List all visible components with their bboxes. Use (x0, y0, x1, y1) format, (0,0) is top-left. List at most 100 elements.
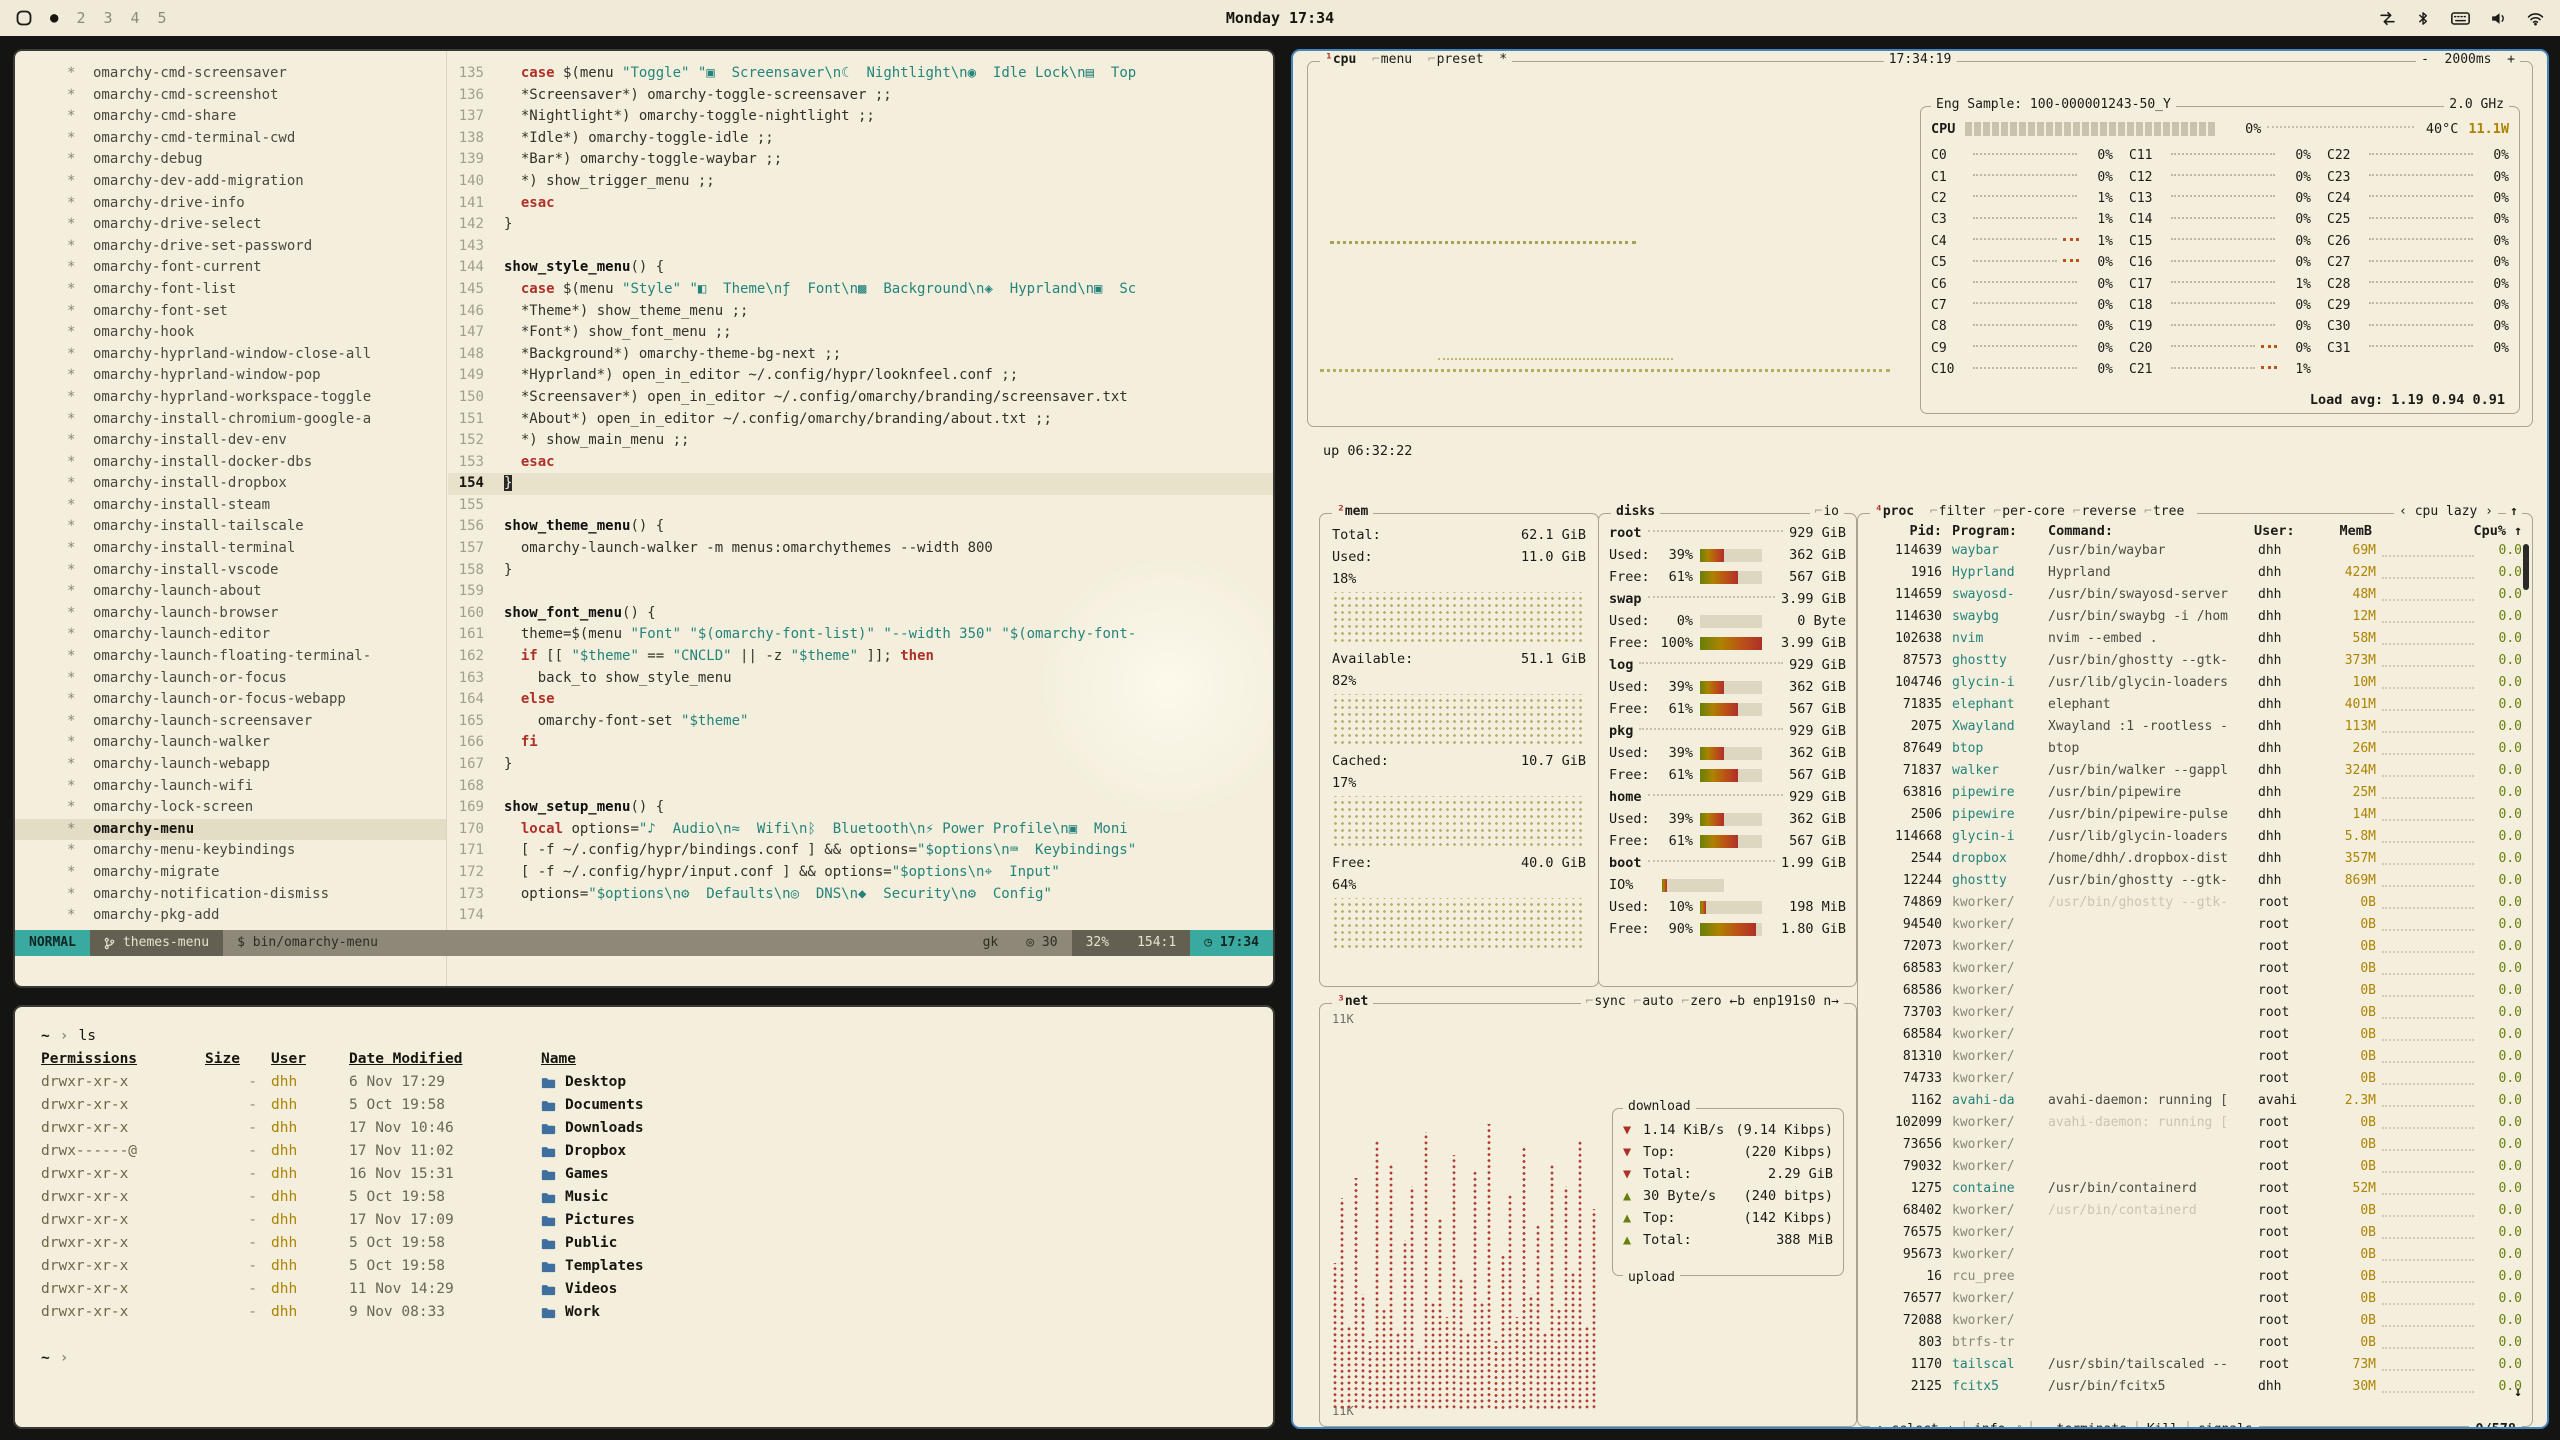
process-row[interactable]: 76575kworker/root0B0.0 (1858, 1222, 2532, 1244)
proc-tab-filter[interactable]: filter (1930, 504, 1986, 519)
process-row[interactable]: 79032kworker/root0B0.0 (1858, 1156, 2532, 1178)
file-item[interactable]: *omarchy-launch-or-focus (15, 668, 446, 690)
logo-icon[interactable] (16, 10, 32, 26)
code-line[interactable]: 166 fi (448, 732, 1273, 754)
file-item[interactable]: *omarchy-launch-browser (15, 603, 446, 625)
file-item[interactable]: *omarchy-drive-select (15, 214, 446, 236)
file-item[interactable]: *omarchy-hyprland-window-close-all (15, 344, 446, 366)
process-row[interactable]: 71837walker/usr/bin/walker --gappldhh324… (1858, 760, 2532, 782)
code-line[interactable]: 160show_font_menu() { (448, 603, 1273, 625)
file-item[interactable]: *omarchy-dev-add-migration (15, 171, 446, 193)
process-row[interactable]: 94540kworker/root0B0.0 (1858, 914, 2532, 936)
code-line[interactable]: 150 *Screensaver*) open_in_editor ~/.con… (448, 387, 1273, 409)
process-row[interactable]: 1275containe/usr/bin/containerdroot52M0.… (1858, 1178, 2532, 1200)
proc-tab-tree[interactable]: tree (2144, 504, 2184, 519)
file-item[interactable]: *omarchy-menu-keybindings (15, 840, 446, 862)
preset-button[interactable]: preset (1428, 52, 1484, 67)
net-tab-zero[interactable]: zero (1681, 994, 1721, 1009)
file-item[interactable]: *omarchy-hook (15, 322, 446, 344)
process-row[interactable]: 803btrfs-trroot0B0.0 (1858, 1332, 2532, 1354)
code-line[interactable]: 158} (448, 560, 1273, 582)
workspace-4[interactable]: 4 (131, 9, 140, 27)
io-tab[interactable]: io (1815, 504, 1839, 519)
file-item[interactable]: *omarchy-hyprland-workspace-toggle (15, 387, 446, 409)
file-item[interactable]: *omarchy-migrate (15, 862, 446, 884)
process-row[interactable]: 1170tailscal/usr/sbin/tailscaled --root7… (1858, 1354, 2532, 1376)
proc-footer-info[interactable]: info ⏎ (1974, 1422, 2021, 1429)
file-item[interactable]: *omarchy-install-tailscale (15, 516, 446, 538)
process-row[interactable]: 72073kworker/root0B0.0 (1858, 936, 2532, 958)
code-line[interactable]: 146 *Theme*) show_theme_menu ;; (448, 301, 1273, 323)
code-line[interactable]: 144show_style_menu() { (448, 257, 1273, 279)
file-item[interactable]: *omarchy-launch-webapp (15, 754, 446, 776)
keyboard-icon[interactable] (2451, 12, 2470, 25)
code-line[interactable]: 174 (448, 905, 1273, 927)
file-item[interactable]: *omarchy-drive-info (15, 193, 446, 215)
prompt-line[interactable]: ~ › (41, 1347, 1247, 1370)
volume-icon[interactable] (2490, 11, 2507, 26)
file-item[interactable]: *omarchy-font-current (15, 257, 446, 279)
process-row[interactable]: 114659swayosd-/usr/bin/swayosd-serverdhh… (1858, 584, 2532, 606)
process-row[interactable]: 102099kworker/avahi-daemon: running [roo… (1858, 1112, 2532, 1134)
file-item[interactable]: *omarchy-install-dropbox (15, 473, 446, 495)
code-line[interactable]: 148 *Background*) omarchy-theme-bg-next … (448, 344, 1273, 366)
code-line[interactable]: 172 [ -f ~/.config/hypr/input.conf ] && … (448, 862, 1273, 884)
file-item[interactable]: *omarchy-install-chromium-google-a (15, 409, 446, 431)
process-row[interactable]: 74733kworker/root0B0.0 (1858, 1068, 2532, 1090)
file-item[interactable]: *omarchy-install-vscode (15, 560, 446, 582)
file-item[interactable]: *omarchy-install-dev-env (15, 430, 446, 452)
process-row[interactable]: 68584kworker/root0B0.0 (1858, 1024, 2532, 1046)
file-item[interactable]: *omarchy-font-list (15, 279, 446, 301)
swap-icon[interactable] (2379, 10, 2396, 27)
net-interface[interactable]: ←b enp191s0 n→ (1729, 994, 1839, 1009)
sort-arrow[interactable]: ↑ (2506, 518, 2522, 540)
file-item[interactable]: *omarchy-cmd-share (15, 106, 446, 128)
code-line[interactable]: 165 omarchy-font-set "$theme" (448, 711, 1273, 733)
process-row[interactable]: 72088kworker/root0B0.0 (1858, 1310, 2532, 1332)
file-item[interactable]: *omarchy-cmd-terminal-cwd (15, 128, 446, 150)
code-line[interactable]: 168 (448, 776, 1273, 798)
file-item[interactable]: *omarchy-launch-screensaver (15, 711, 446, 733)
code-line[interactable]: 139 *Bar*) omarchy-toggle-waybar ;; (448, 149, 1273, 171)
file-item[interactable]: *omarchy-install-terminal (15, 538, 446, 560)
code-line[interactable]: 142} (448, 214, 1273, 236)
code-line[interactable]: 159 (448, 581, 1273, 603)
file-item[interactable]: *omarchy-launch-editor (15, 624, 446, 646)
code-line[interactable]: 163 back_to show_style_menu (448, 668, 1273, 690)
network-icon[interactable] (2527, 11, 2544, 26)
code-line[interactable]: 137 *Nightlight*) omarchy-toggle-nightli… (448, 106, 1273, 128)
code-line[interactable]: 140 *) show_trigger_menu ;; (448, 171, 1273, 193)
file-item[interactable]: *omarchy-pkg-add (15, 905, 446, 927)
proc-footer-terminate[interactable]: ← terminate (2041, 1422, 2127, 1429)
net-tab-auto[interactable]: auto (1633, 994, 1673, 1009)
code-line[interactable]: 151 *About*) open_in_editor ~/.config/om… (448, 409, 1273, 431)
net-tab-sync[interactable]: sync (1586, 994, 1626, 1009)
process-row[interactable]: 2075XwaylandXwayland :1 -rootless -dhh11… (1858, 716, 2532, 738)
code-line[interactable]: 156show_theme_menu() { (448, 516, 1273, 538)
process-row[interactable]: 76577kworker/root0B0.0 (1858, 1288, 2532, 1310)
process-row[interactable]: 102638nvimnvim --embed .dhh58M0.0 (1858, 628, 2532, 650)
proc-footer-signals[interactable]: signals (2198, 1422, 2253, 1429)
code-line[interactable]: 153 esac (448, 452, 1273, 474)
code-line[interactable]: 161 theme=$(menu "Font" "$(omarchy-font-… (448, 624, 1273, 646)
code-line[interactable]: 147 *Font*) show_font_menu ;; (448, 322, 1273, 344)
file-item[interactable]: *omarchy-launch-walker (15, 732, 446, 754)
workspace-1[interactable]: ● (50, 10, 58, 26)
process-row[interactable]: 71835elephantelephantdhh401M0.0 (1858, 694, 2532, 716)
scroll-up-indicator[interactable]: ↑ (2506, 504, 2522, 519)
process-row[interactable]: 114668glycin-i/usr/lib/glycin-loadersdhh… (1858, 826, 2532, 848)
code-line[interactable]: 143 (448, 236, 1273, 258)
process-row[interactable]: 1916HyprlandHyprlanddhh422M0.0 (1858, 562, 2532, 584)
process-row[interactable]: 2125fcitx5/usr/bin/fcitx5dhh30M0.0 (1858, 1376, 2532, 1398)
process-row[interactable]: 87573ghostty/usr/bin/ghostty --gtk-dhh37… (1858, 650, 2532, 672)
process-row[interactable]: 68583kworker/root0B0.0 (1858, 958, 2532, 980)
code-line[interactable]: 164 else (448, 689, 1273, 711)
sort-selector[interactable]: ‹ cpu lazy › (2394, 504, 2498, 519)
file-item[interactable]: *omarchy-cmd-screensaver (15, 63, 446, 85)
code-line[interactable]: 171 [ -f ~/.config/hypr/bindings.conf ] … (448, 840, 1273, 862)
file-item[interactable]: *omarchy-lock-screen (15, 797, 446, 819)
process-row[interactable]: 63816pipewire/usr/bin/pipewiredhh25M0.0 (1858, 782, 2532, 804)
process-row[interactable]: 74869kworker//usr/bin/ghostty --gtk-root… (1858, 892, 2532, 914)
process-row[interactable]: 73703kworker/root0B0.0 (1858, 1002, 2532, 1024)
workspace-2[interactable]: 2 (76, 9, 85, 27)
